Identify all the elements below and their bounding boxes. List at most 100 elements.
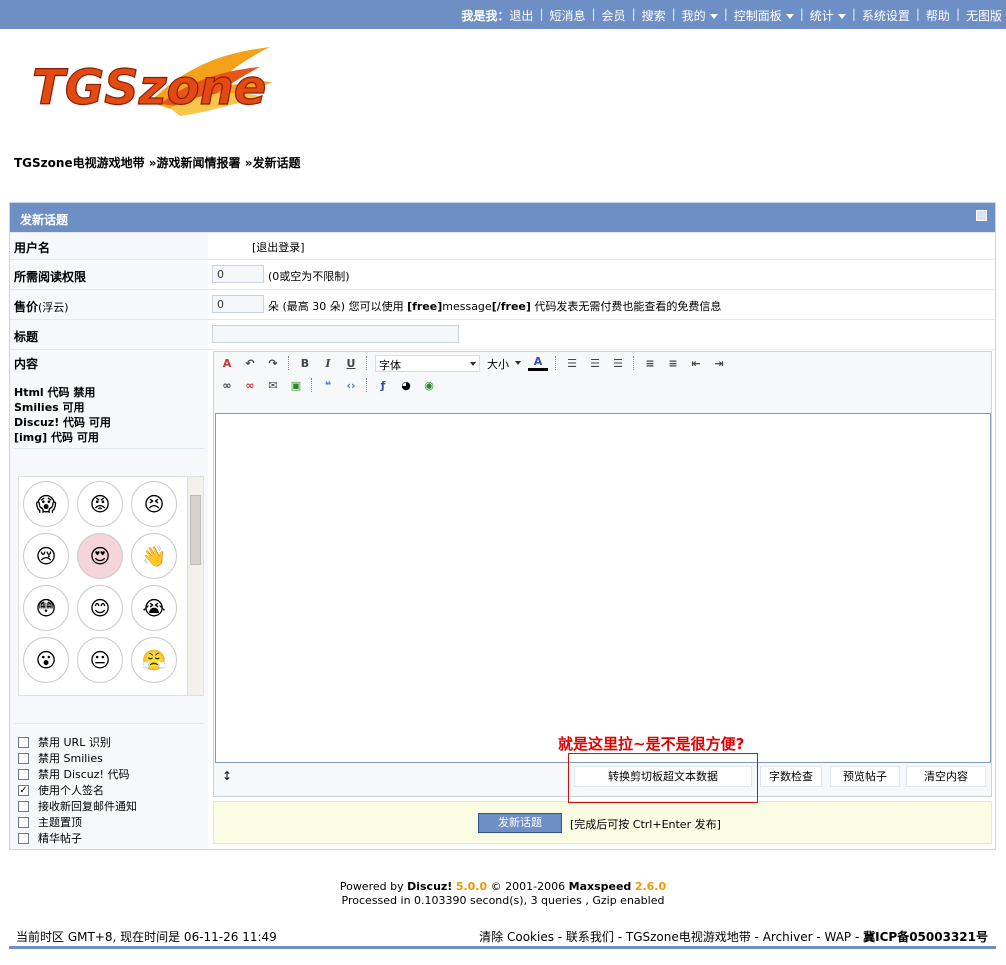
discuz-link[interactable]: Discuz! <box>407 880 452 893</box>
smiley[interactable]: 😐 <box>77 637 123 683</box>
option-disable-url[interactable]: 禁用 URL 识别 <box>18 734 111 750</box>
media-icon[interactable]: ◉ <box>421 377 437 393</box>
email-icon[interactable]: ✉ <box>265 377 281 393</box>
unordered-list-icon[interactable]: ≡ <box>665 355 681 371</box>
footer-bar: 当前时区 GMT+8, 现在时间是 06-11-26 11:49 清除 Cook… <box>9 925 996 949</box>
smiley[interactable]: 😳 <box>23 585 69 631</box>
message-textarea[interactable] <box>215 413 991 763</box>
annotation-box <box>568 753 758 803</box>
preview-button[interactable]: 预览帖子 <box>830 766 900 787</box>
image-icon[interactable]: ▣ <box>288 377 304 393</box>
align-left-icon[interactable]: ☰ <box>564 355 580 371</box>
size-select[interactable]: 大小 <box>484 355 524 372</box>
price-input[interactable]: 0 <box>212 295 264 313</box>
smiley[interactable]: 😮 <box>23 637 69 683</box>
option-disable-smilies[interactable]: 禁用 Smilies <box>18 750 103 766</box>
option-digest[interactable]: 精华帖子 <box>18 830 82 846</box>
nav-help[interactable]: 帮助 <box>926 7 950 24</box>
quote-icon[interactable]: ❝ <box>320 377 336 393</box>
smiley[interactable]: 😱 <box>23 481 69 527</box>
read-permission-input[interactable]: 0 <box>212 265 264 283</box>
option-use-signature[interactable]: ✓ 使用个人签名 <box>18 782 104 798</box>
nav-no-image-version[interactable]: 无图版 <box>966 7 1002 24</box>
logo-text: TGSzone <box>32 60 266 116</box>
smiley[interactable]: 😢 <box>23 533 69 579</box>
resize-handle-icon[interactable]: ↕ <box>222 769 232 783</box>
italic-icon[interactable]: I <box>320 355 336 371</box>
nav-my[interactable]: 我的 <box>682 7 718 24</box>
qq-icon[interactable]: ◕ <box>398 377 414 393</box>
smiley[interactable]: 👋 <box>131 533 177 579</box>
footer-links[interactable]: 清除 Cookies - 联系我们 - TGSzone电视游戏地带 - Arch… <box>479 928 988 945</box>
nav-system-settings[interactable]: 系统设置 <box>862 7 910 24</box>
underline-icon[interactable]: U <box>343 355 359 371</box>
price-label: 售价(浮云) <box>14 300 69 314</box>
rule-discuz-code: Discuz! 代码 可用 <box>14 416 111 429</box>
outdent-icon[interactable]: ⇤ <box>688 355 704 371</box>
timezone-text: 当前时区 GMT+8, 现在时间是 06-11-26 11:49 <box>16 930 277 944</box>
nav-stats[interactable]: 统计 <box>810 7 846 24</box>
word-count-button[interactable]: 字数检查 <box>760 766 822 787</box>
nav-messages[interactable]: 短消息 <box>549 7 585 24</box>
submit-topic-button[interactable]: 发新话题 <box>478 813 562 833</box>
nav-control-panel[interactable]: 控制面板 <box>734 7 794 24</box>
undo-icon[interactable]: ↶ <box>242 355 258 371</box>
smilies-panel: 😱 😡 😣 😢 😍 👋 😳 😊 😭 😮 😐 😤 <box>18 476 204 696</box>
smiley[interactable]: 😊 <box>77 585 123 631</box>
chevron-down-icon <box>515 360 521 365</box>
nav-members[interactable]: 会员 <box>602 7 626 24</box>
collapse-icon[interactable] <box>976 210 987 221</box>
nav-username: 我是我： <box>461 9 510 23</box>
align-right-icon[interactable]: ☰ <box>610 355 626 371</box>
site-logo[interactable]: TGSzone <box>30 42 275 124</box>
rule-img-code: [img] 代码 可用 <box>14 431 99 444</box>
panel-title: 发新话题 <box>20 213 69 227</box>
username-label: 用户名 <box>14 241 51 255</box>
rich-text-editor: A ↶ ↷ B I U 字体 大小 A ☰ ☰ ☰ ≡ ≡ ⇤ ⇥ ∞ ∞ ✉ … <box>213 351 992 797</box>
clear-content-button[interactable]: 清空内容 <box>906 766 986 787</box>
chevron-down-icon <box>837 14 846 19</box>
bold-icon[interactable]: B <box>297 355 313 371</box>
redo-icon[interactable]: ↷ <box>265 355 281 371</box>
align-center-icon[interactable]: ☰ <box>587 355 603 371</box>
maxspeed-link[interactable]: Maxspeed <box>569 880 632 893</box>
clear-format-icon[interactable]: A <box>219 355 235 371</box>
subject-row: 标题 <box>10 319 995 349</box>
smiley[interactable]: 😭 <box>131 585 177 631</box>
submit-bar: 发新话题 [完成后可按 Ctrl+Enter 发布] <box>213 801 992 844</box>
read-permission-label: 所需阅读权限 <box>14 270 87 284</box>
smiley[interactable]: 😍 <box>77 533 123 579</box>
smiley[interactable]: 😣 <box>131 481 177 527</box>
new-topic-panel: 发新话题 用户名 [退出登录] 所需阅读权限 0 (0或空为不限制) 售价(浮云… <box>9 202 996 850</box>
breadcrumb-forum[interactable]: TGSzone电视游戏地带 <box>14 156 145 170</box>
smiley[interactable]: 😤 <box>131 637 177 683</box>
price-hint: 朵 (最高 30 朵) 您可以使用 [free]message[/free] 代… <box>268 300 722 313</box>
option-email-notify[interactable]: 接收新回复邮件通知 <box>18 798 137 814</box>
breadcrumb: TGSzone电视游戏地带 »游戏新闻情报署 »发新话题 <box>14 156 301 170</box>
subject-input[interactable] <box>212 325 459 343</box>
chevron-down-icon <box>785 14 794 19</box>
nav-search[interactable]: 搜索 <box>642 7 666 24</box>
read-permission-row: 所需阅读权限 0 (0或空为不限制) <box>10 259 995 289</box>
font-select[interactable]: 字体 <box>375 354 480 372</box>
nav-logout[interactable]: 退出 <box>509 7 533 24</box>
text-color-icon[interactable]: A <box>528 355 548 371</box>
indent-icon[interactable]: ⇥ <box>711 355 727 371</box>
ordered-list-icon[interactable]: ≡ <box>642 355 658 371</box>
option-sticky[interactable]: 主题置顶 <box>18 814 82 830</box>
processed-info: Processed in 0.103390 second(s), 3 queri… <box>341 894 665 907</box>
unlink-icon[interactable]: ∞ <box>242 377 258 393</box>
top-nav-bar: 我是我： 退出 | 短消息 | 会员 | 搜索 | 我的 | 控制面板 | 统计 | 系统设置… <box>0 0 1006 29</box>
rule-html: Html 代码 禁用 <box>14 386 96 399</box>
link-icon[interactable]: ∞ <box>219 377 235 393</box>
logout-link[interactable]: [退出登录] <box>252 239 305 255</box>
smiley[interactable]: 😡 <box>77 481 123 527</box>
rule-smilies: Smilies 可用 <box>14 401 85 414</box>
code-icon[interactable]: ‹› <box>343 377 359 393</box>
flash-icon[interactable]: ƒ <box>375 377 391 393</box>
chevron-down-icon <box>470 361 476 366</box>
breadcrumb-board[interactable]: 游戏新闻情报署 <box>157 156 241 170</box>
subject-label: 标题 <box>14 330 39 344</box>
smilies-scrollbar[interactable] <box>187 477 203 695</box>
option-disable-discuz-code[interactable]: 禁用 Discuz! 代码 <box>18 766 129 782</box>
